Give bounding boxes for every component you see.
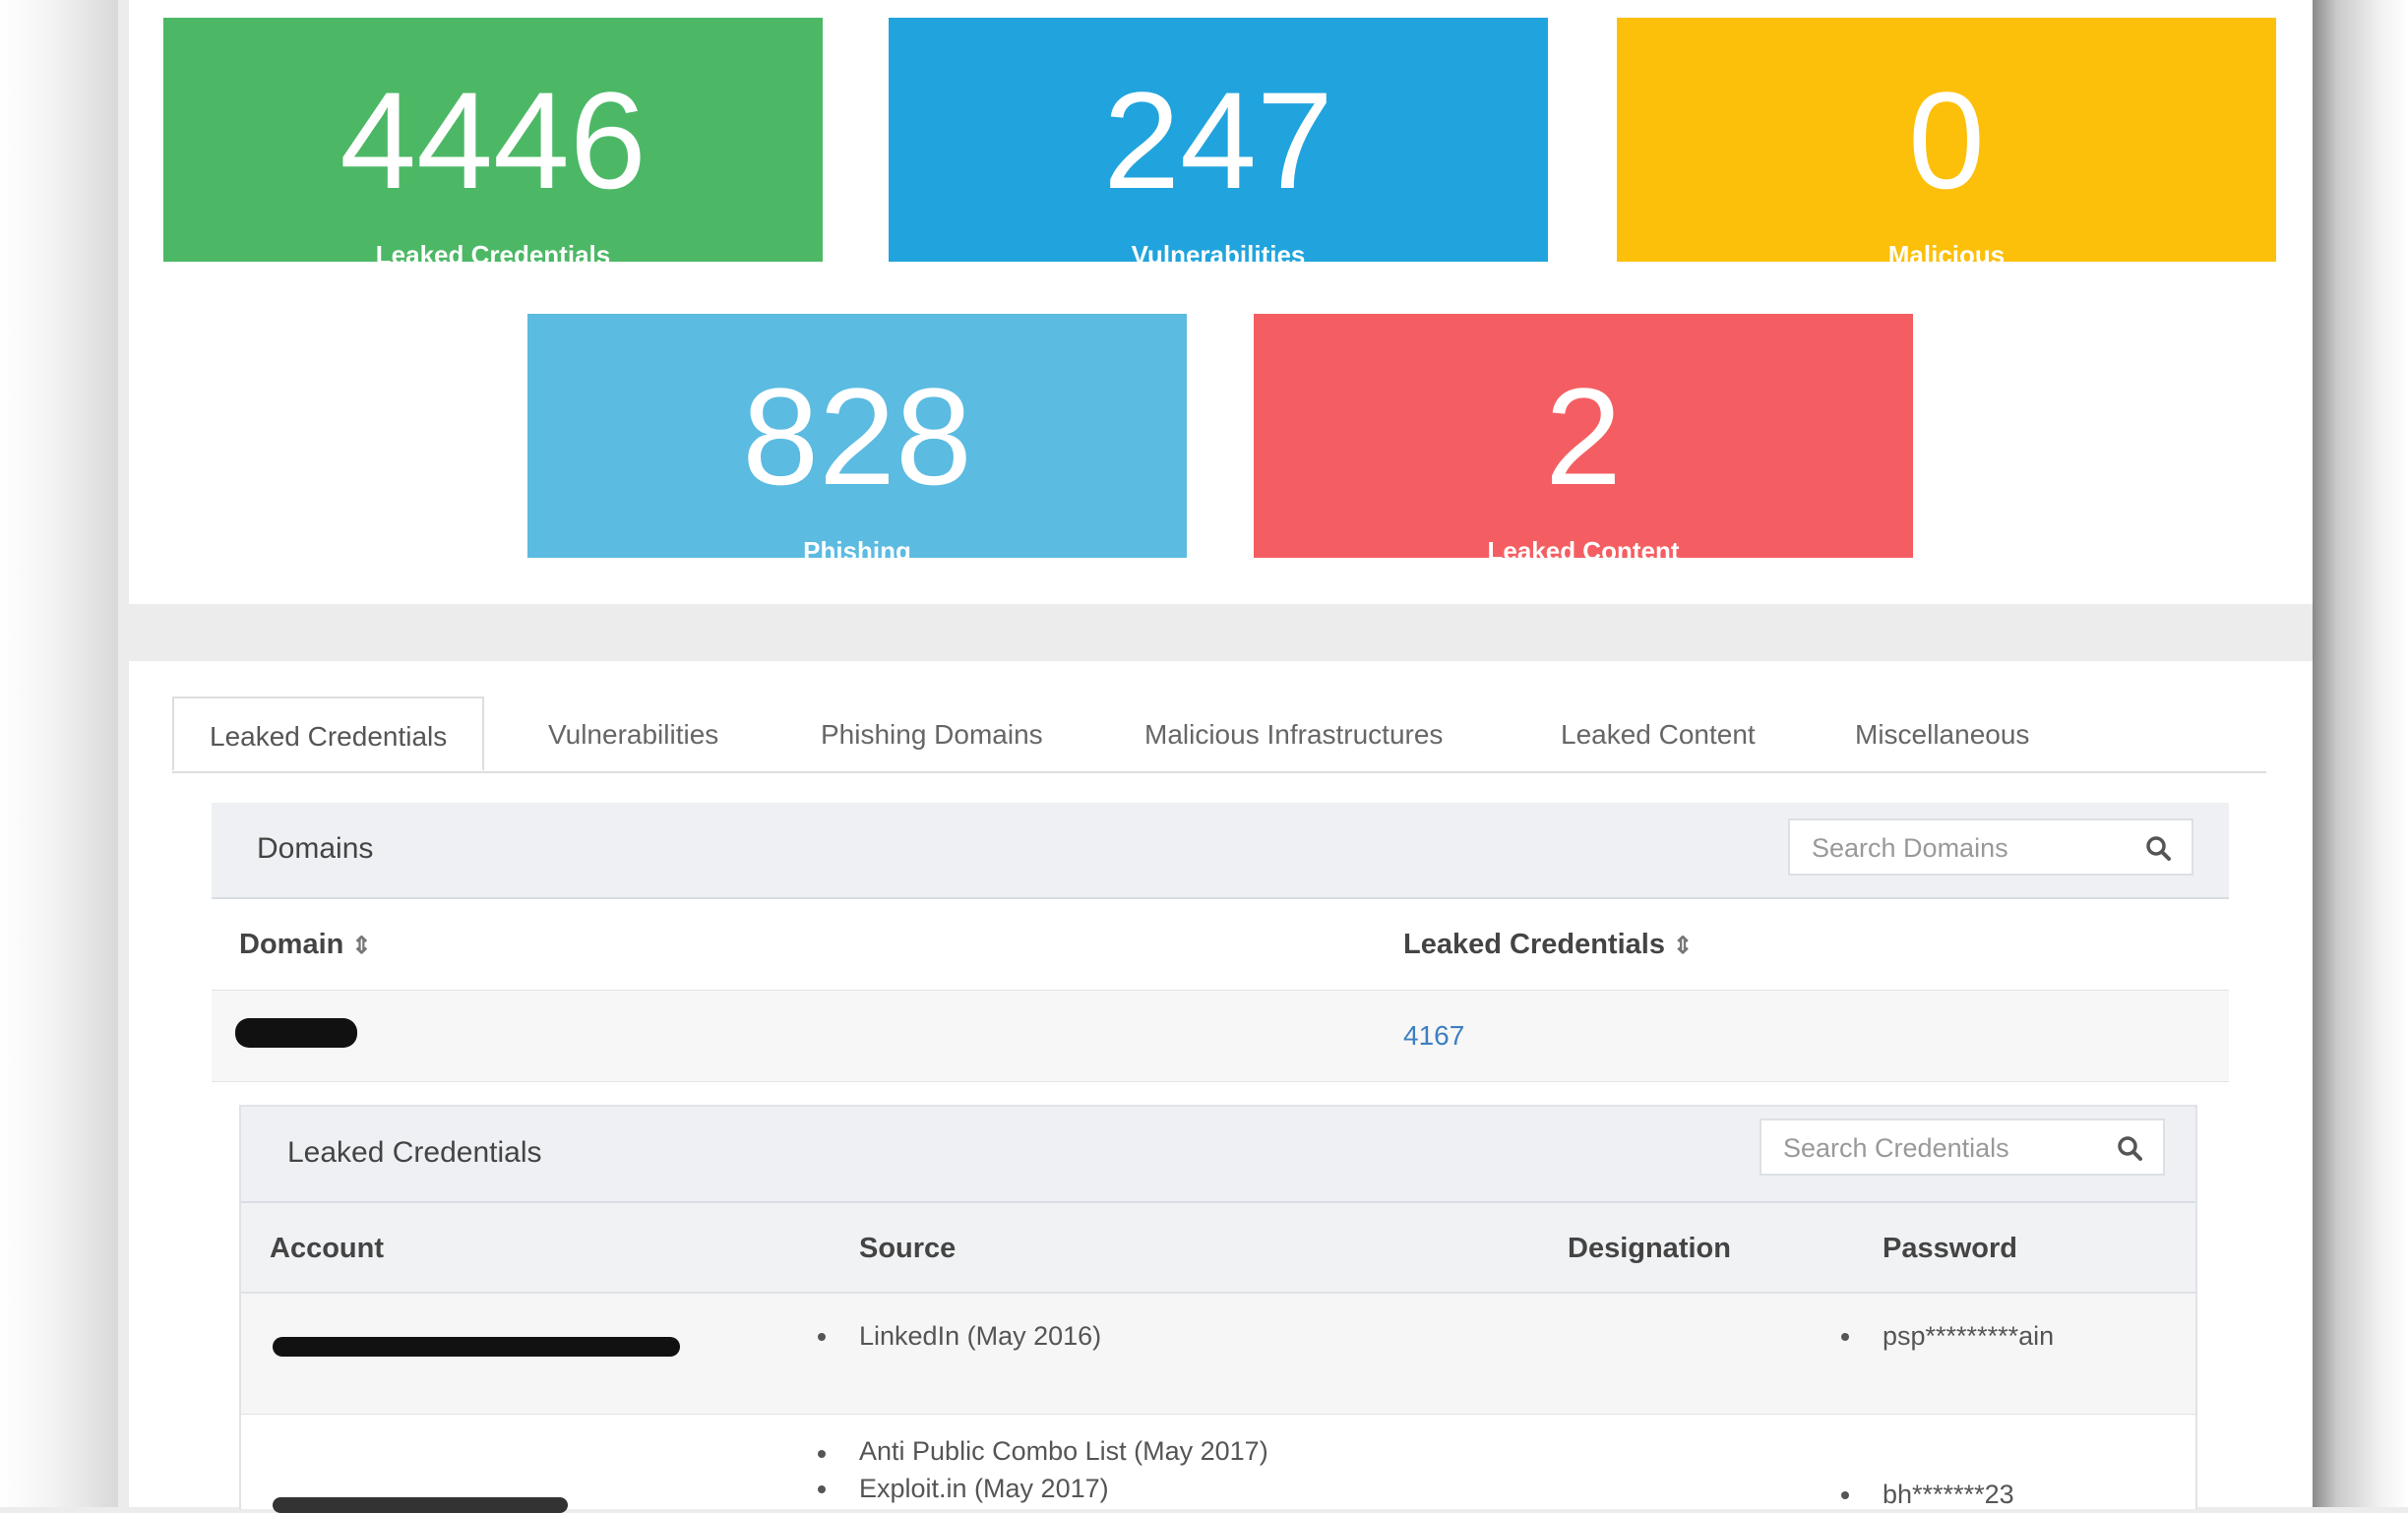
domains-header: Domains Search Domains xyxy=(212,803,2229,899)
stat-label: Leaked Credentials xyxy=(375,240,611,270)
column-leaked-label: Leaked Credentials xyxy=(1403,929,1665,960)
stat-tile-leaked-content[interactable]: 2 Leaked Content xyxy=(1254,314,1913,566)
stat-value: 4446 xyxy=(340,63,647,217)
search-domains-input[interactable]: Search Domains xyxy=(1788,818,2193,876)
list-bullet xyxy=(818,1333,826,1341)
redacted-account xyxy=(273,1337,680,1357)
stat-tile-malicious[interactable]: 0 Malicious xyxy=(1617,18,2276,270)
stat-tile-phishing[interactable]: 828 Phishing xyxy=(527,314,1187,566)
list-bullet xyxy=(1841,1333,1849,1341)
password-value: psp*********ain xyxy=(1883,1321,2055,1351)
tab-vulnerabilities[interactable]: Vulnerabilities xyxy=(548,696,718,771)
source-item: Exploit.in (May 2017) xyxy=(859,1474,1109,1503)
stat-tile-leaked-credentials[interactable]: 4446 Leaked Credentials xyxy=(163,18,823,270)
column-header-leaked-credentials[interactable]: Leaked Credentials ⇕ xyxy=(1403,929,1693,961)
category-tabs: Leaked Credentials Vulnerabilities Phish… xyxy=(172,696,2266,773)
search-credentials-placeholder: Search Credentials xyxy=(1783,1133,2009,1163)
search-icon[interactable] xyxy=(2144,834,2172,862)
search-icon[interactable] xyxy=(2116,1134,2143,1162)
redacted-domain xyxy=(235,1018,357,1048)
credentials-title: Leaked Credentials xyxy=(287,1136,542,1169)
page-shadow-right xyxy=(2313,0,2408,1507)
sort-icon[interactable]: ⇕ xyxy=(1673,933,1693,959)
search-domains-placeholder: Search Domains xyxy=(1812,833,2008,863)
leaked-credentials-panel: Leaked Credentials Search Credentials Ac… xyxy=(239,1105,2197,1513)
column-header-password[interactable]: Password xyxy=(1883,1233,2017,1265)
stat-value: 247 xyxy=(1103,63,1333,217)
table-row[interactable]: 4167 xyxy=(212,990,2229,1082)
column-header-domain[interactable]: Domain ⇕ xyxy=(239,929,372,961)
stat-label: Phishing xyxy=(803,536,911,566)
tab-miscellaneous[interactable]: Miscellaneous xyxy=(1855,696,2029,771)
table-row[interactable]: Anti Public Combo List (May 2017) Exploi… xyxy=(241,1415,2195,1513)
stat-tile-vulnerabilities[interactable]: 247 Vulnerabilities xyxy=(889,18,1548,270)
source-item: Anti Public Combo List (May 2017) xyxy=(859,1436,1268,1466)
stat-value: 0 xyxy=(1908,63,1985,217)
tab-leaked-content[interactable]: Leaked Content xyxy=(1561,696,1756,771)
table-row[interactable]: LinkedIn (May 2016) psp*********ain xyxy=(241,1294,2195,1415)
credentials-header: Leaked Credentials Search Credentials xyxy=(241,1107,2195,1203)
page-shadow-left xyxy=(0,0,118,1507)
tab-phishing-domains[interactable]: Phishing Domains xyxy=(821,696,1043,771)
stat-label: Malicious xyxy=(1887,240,2006,270)
column-header-account[interactable]: Account xyxy=(270,1233,384,1265)
column-domain-label: Domain xyxy=(239,929,344,960)
redacted-account xyxy=(273,1497,568,1513)
sort-icon[interactable]: ⇕ xyxy=(351,933,371,959)
domains-title: Domains xyxy=(257,832,374,865)
search-credentials-input[interactable]: Search Credentials xyxy=(1760,1119,2165,1176)
tab-leaked-credentials[interactable]: Leaked Credentials xyxy=(172,696,485,771)
source-item: LinkedIn (May 2016) xyxy=(859,1321,1102,1351)
list-bullet xyxy=(818,1485,826,1493)
stat-value: 2 xyxy=(1545,359,1622,514)
column-header-source[interactable]: Source xyxy=(859,1233,956,1265)
credentials-column-headers: Account Source Designation Password xyxy=(241,1203,2195,1294)
list-bullet xyxy=(818,1450,826,1458)
stat-value: 828 xyxy=(742,359,972,514)
tab-malicious-infrastructures[interactable]: Malicious Infrastructures xyxy=(1144,696,1443,771)
list-bullet xyxy=(1841,1491,1849,1499)
leaked-count-link[interactable]: 4167 xyxy=(1403,1020,1464,1052)
stat-label: Vulnerabilities xyxy=(1131,240,1306,270)
column-header-designation[interactable]: Designation xyxy=(1568,1233,1731,1265)
password-value: bh*******23 xyxy=(1883,1480,2014,1509)
stat-label: Leaked Content xyxy=(1487,536,1680,566)
